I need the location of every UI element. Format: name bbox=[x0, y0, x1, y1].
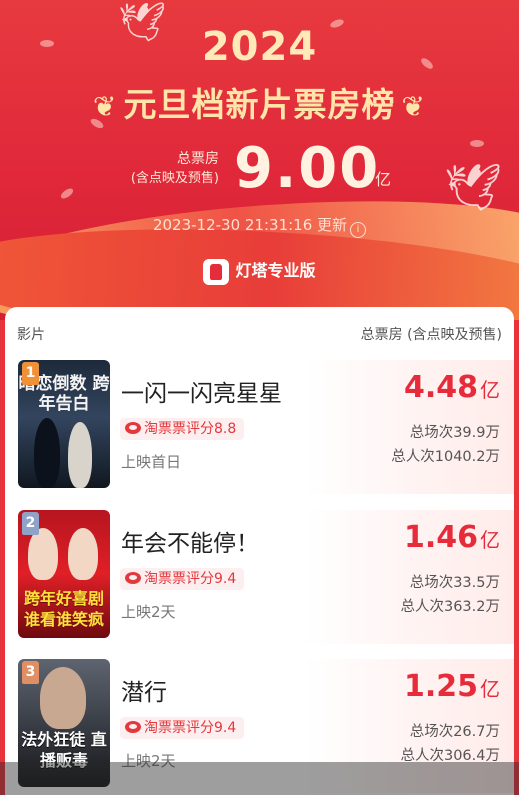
update-timestamp: 2023-12-30 21:31:16 bbox=[152, 216, 313, 234]
total-shows: 总场次26.7万 bbox=[409, 724, 500, 740]
movie-poster[interactable]: 跨年好喜剧 谁看谁笑疯 2 bbox=[18, 510, 110, 638]
movie-poster[interactable]: 暗恋倒数 跨年告白 1 bbox=[18, 360, 110, 488]
release-days: 上映2天 bbox=[121, 603, 176, 621]
total-value: 9.00 bbox=[234, 136, 381, 201]
taopiaopiao-icon bbox=[125, 422, 141, 434]
column-header-box-office: 总票房 (含点映及预售) bbox=[360, 327, 502, 343]
update-time: 2023-12-30 21:31:16 更新 i bbox=[0, 214, 519, 238]
rank-badge: 1 bbox=[22, 362, 39, 385]
score-text: 淘票票评分9.4 bbox=[144, 720, 237, 736]
page-title: ❦ 元旦档新片票房榜 ❦ bbox=[0, 78, 519, 126]
score-badge: 淘票票评分9.4 bbox=[120, 717, 245, 739]
box-office-unit: 亿 bbox=[480, 677, 500, 701]
laurel-left-icon: ❦ bbox=[93, 90, 118, 123]
score-badge: 淘票票评分8.8 bbox=[120, 418, 245, 440]
year-title: 2024 bbox=[201, 24, 318, 70]
total-viewers: 总人次363.2万 bbox=[400, 599, 500, 615]
dengta-logo-icon bbox=[203, 258, 230, 285]
taopiaopiao-icon bbox=[125, 721, 141, 733]
poster-figure bbox=[40, 667, 86, 729]
rank-badge: 3 bbox=[22, 661, 39, 684]
movie-row[interactable]: 跨年好喜剧 谁看谁笑疯 2 年会不能停！ 淘票票评分9.4 上映2天 1.46 亿… bbox=[5, 508, 514, 648]
rank-badge: 2 bbox=[22, 512, 39, 535]
bottom-overlay bbox=[0, 762, 519, 795]
poster-figure bbox=[34, 418, 60, 488]
brand-name: 灯塔专业版 bbox=[235, 261, 316, 280]
total-shows: 总场次39.9万 bbox=[409, 425, 500, 441]
box-office-value: 1.25 bbox=[403, 669, 478, 704]
box-office: 1.25 亿 bbox=[404, 669, 500, 704]
total-viewers: 总人次1040.2万 bbox=[391, 449, 500, 465]
total-box-office: 总票房 (含点映及预售) 9.00 亿 bbox=[0, 136, 519, 201]
laurel-right-icon: ❦ bbox=[401, 90, 426, 123]
total-label: 总票房 (含点映及预售) bbox=[131, 150, 219, 188]
box-office-value: 4.48 bbox=[403, 370, 478, 405]
score-badge: 淘票票评分9.4 bbox=[120, 568, 245, 590]
release-days: 上映首日 bbox=[121, 453, 182, 471]
brand: 灯塔专业版 bbox=[0, 257, 519, 285]
update-suffix: 更新 bbox=[317, 216, 348, 234]
total-unit: 亿 bbox=[375, 170, 392, 189]
taopiaopiao-icon bbox=[125, 572, 141, 584]
total-shows: 总场次33.5万 bbox=[409, 575, 500, 591]
movie-title: 潜行 bbox=[121, 680, 167, 706]
total-label-main: 总票房 bbox=[177, 151, 219, 167]
poster-figure bbox=[28, 528, 58, 580]
poster-text: 跨年好喜剧 谁看谁笑疯 bbox=[23, 589, 104, 629]
box-office-value: 1.46 bbox=[403, 520, 478, 555]
score-text: 淘票票评分8.8 bbox=[144, 421, 237, 437]
box-office-unit: 亿 bbox=[480, 528, 500, 552]
poster-figure bbox=[68, 422, 92, 488]
box-office: 4.48 亿 bbox=[404, 370, 500, 405]
ranking-card: 影片 总票房 (含点映及预售) 暗恋倒数 跨年告白 1 一闪一闪亮星星 淘票票评… bbox=[5, 307, 514, 795]
header-banner: 🕊 🕊 2024 ❦ 元旦档新片票房榜 ❦ 总票房 (含点映及预售) 9.00 亿 … bbox=[0, 0, 519, 320]
poster-figure bbox=[68, 528, 98, 580]
box-office-unit: 亿 bbox=[480, 378, 500, 402]
box-office: 1.46 亿 bbox=[404, 520, 500, 555]
score-text: 淘票票评分9.4 bbox=[144, 571, 237, 587]
info-icon[interactable]: i bbox=[350, 222, 367, 238]
movie-title: 一闪一闪亮星星 bbox=[121, 381, 282, 407]
title-text: 元旦档新片票房榜 bbox=[123, 85, 396, 124]
movie-row[interactable]: 暗恋倒数 跨年告白 1 一闪一闪亮星星 淘票票评分8.8 上映首日 4.48 亿 … bbox=[5, 358, 514, 498]
movie-title: 年会不能停！ bbox=[121, 531, 259, 557]
column-header-movie: 影片 bbox=[17, 327, 45, 343]
total-label-sub: (含点映及预售) bbox=[130, 171, 219, 186]
